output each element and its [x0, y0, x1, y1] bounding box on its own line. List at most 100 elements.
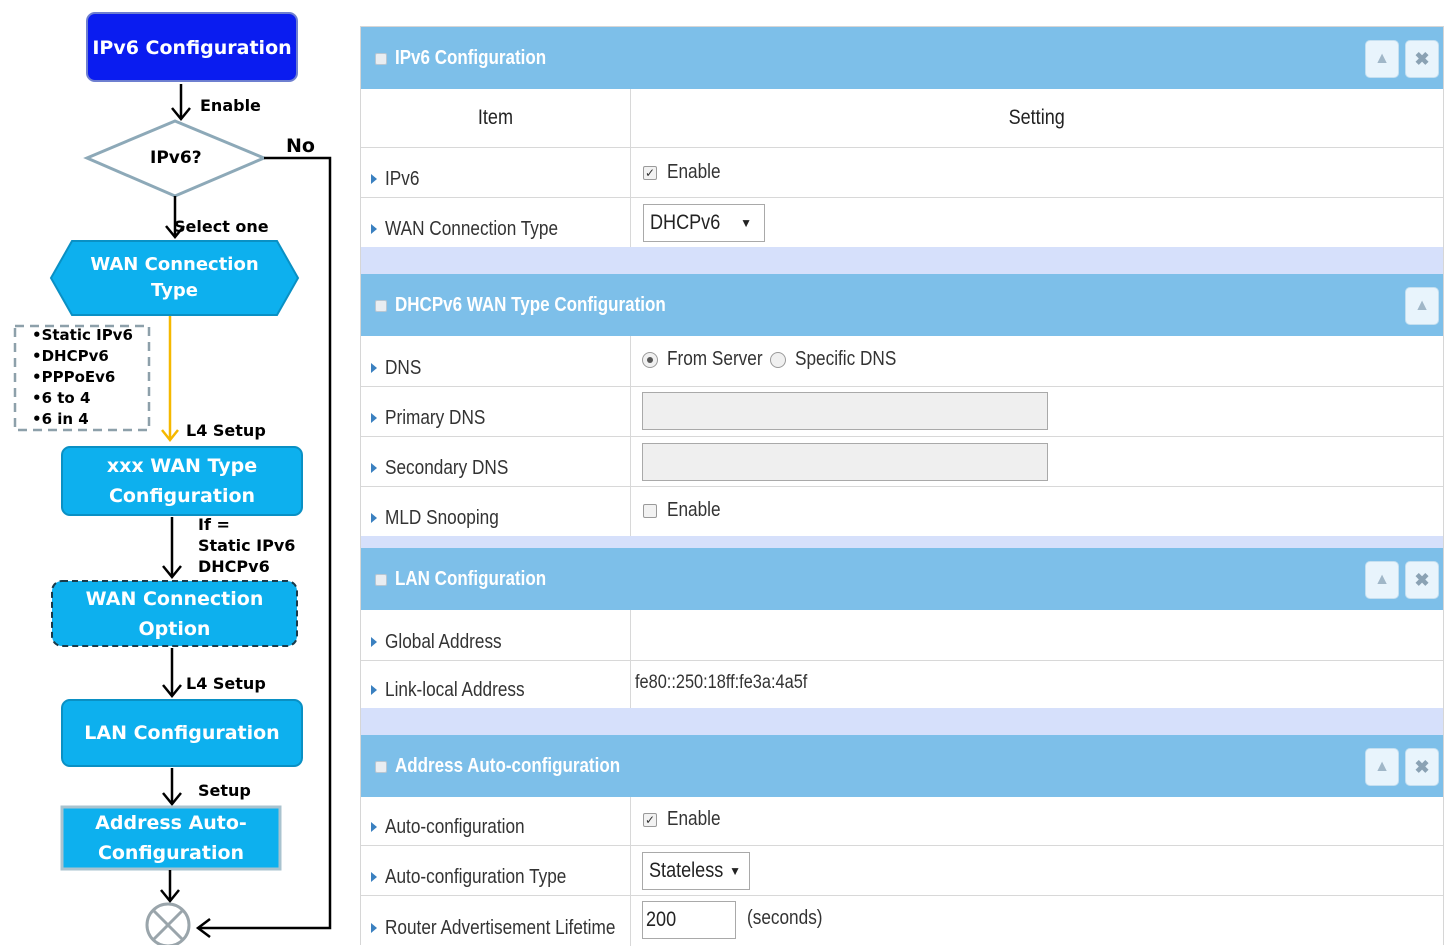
type-item: •Static IPv6	[32, 326, 133, 344]
row-item: Router Advertisement Lifetime	[361, 896, 631, 946]
header-setting: Setting	[1008, 106, 1066, 129]
table-row: Link-local Address fe80::250:18ff:fe3a:4…	[361, 660, 1443, 708]
row-setting: ✓ Enable	[631, 148, 1443, 197]
lifetime-label: Router Advertisement Lifetime	[385, 917, 616, 939]
row-setting	[631, 437, 1443, 486]
row-item: DNS	[361, 336, 631, 386]
type-item: •6 to 4	[32, 389, 91, 407]
wan-option-label: WAN Connection Option	[85, 587, 264, 640]
collapse-up-icon[interactable]: ▲	[1365, 40, 1399, 78]
section-title: LAN Configuration	[395, 568, 547, 590]
section-title: DHCPv6 WAN Type Configuration	[395, 294, 666, 316]
global-address-label: Global Address	[385, 631, 502, 653]
mld-enable-text: Enable	[667, 499, 721, 521]
row-item: Primary DNS	[361, 387, 631, 436]
primary-dns-label: Primary DNS	[385, 407, 486, 429]
enable-label: Enable	[200, 96, 261, 115]
section-bullet-icon	[375, 53, 387, 65]
dns-label: DNS	[385, 357, 422, 379]
row-setting: DHCPv6 ▼	[631, 198, 1443, 247]
table-row: Global Address	[361, 610, 1443, 660]
close-x-icon[interactable]: ✖	[1405, 40, 1439, 78]
table-row: Router Advertisement Lifetime 200 (secon…	[361, 895, 1443, 946]
row-item: IPv6	[361, 148, 631, 197]
xxx-wan-label: xxx WAN Type Configuration	[106, 455, 258, 507]
section-title: IPv6 Configuration	[395, 47, 547, 69]
table-row: Auto-configuration Type Stateless ▼	[361, 845, 1443, 895]
lan-config-header: LAN Configuration ▲ ✖	[361, 548, 1443, 610]
collapse-up-icon[interactable]: ▲	[1365, 748, 1399, 786]
collapse-up-icon[interactable]: ▲	[1365, 561, 1399, 599]
lifetime-unit: (seconds)	[747, 907, 823, 929]
decision-label: IPv6?	[150, 148, 202, 168]
row-item: Auto-configuration	[361, 797, 631, 845]
section-spacer	[361, 536, 1443, 548]
triangle-right-icon	[371, 923, 377, 933]
row-item: Global Address	[361, 610, 631, 660]
type-item: •PPPoEv6	[32, 368, 116, 386]
triangle-right-icon	[371, 872, 377, 882]
table-row: MLD Snooping Enable	[361, 486, 1443, 536]
secondary-dns-label: Secondary DNS	[385, 457, 509, 479]
auto-type-select[interactable]: Stateless ▼	[642, 852, 750, 890]
mld-enable-checkbox[interactable]	[643, 504, 657, 518]
table-row: Auto-configuration ✓ Enable	[361, 797, 1443, 845]
link-local-label: Link-local Address	[385, 679, 525, 701]
type-list: •Static IPv6 •DHCPv6 •PPPoEv6 •6 to 4 •6…	[32, 325, 133, 430]
type-item: •6 in 4	[32, 410, 89, 428]
table-row: DNS From Server Specific DNS	[361, 336, 1443, 386]
wan-type-select[interactable]: DHCPv6 ▼	[643, 204, 765, 242]
row-item: Auto-configuration Type	[361, 846, 631, 895]
row-setting: ✓ Enable	[631, 797, 1443, 845]
end-symbol	[145, 902, 191, 945]
table-row: Secondary DNS	[361, 436, 1443, 486]
wan-type-label: WAN Connection Type	[90, 254, 259, 301]
dhcpv6-config-header: DHCPv6 WAN Type Configuration ▲	[361, 274, 1443, 336]
lifetime-input[interactable]: 200	[642, 901, 736, 939]
primary-dns-input[interactable]	[642, 392, 1048, 430]
collapse-up-icon[interactable]: ▲	[1405, 287, 1439, 325]
no-label: No	[286, 135, 315, 157]
table-row: WAN Connection Type DHCPv6 ▼	[361, 197, 1443, 247]
ipv6-config-header: IPv6 Configuration ▲ ✖	[361, 27, 1443, 89]
if-line: If =	[198, 515, 230, 534]
row-item: Secondary DNS	[361, 437, 631, 486]
if-line: Static IPv6	[198, 536, 296, 555]
wan-type-value: DHCPv6	[650, 211, 721, 234]
triangle-right-icon	[371, 363, 377, 373]
flowchart: IPv6 Configuration Enable IPv6? No Selec…	[0, 0, 345, 945]
if-condition: If = Static IPv6 DHCPv6	[198, 514, 295, 577]
section-bullet-icon	[375, 300, 387, 312]
auto-type-value: Stateless	[649, 859, 724, 882]
link-local-value: fe80::250:18ff:fe3a:4a5f	[635, 672, 808, 693]
header-item: Item	[361, 89, 631, 147]
chevron-down-icon: ▼	[740, 216, 752, 230]
row-item: WAN Connection Type	[361, 198, 631, 247]
lan-label: LAN Configuration	[84, 722, 280, 744]
triangle-right-icon	[371, 637, 377, 647]
secondary-dns-input[interactable]	[642, 443, 1048, 481]
section-spacer	[361, 708, 1443, 735]
dns-from-server-radio[interactable]	[642, 352, 658, 368]
if-line: DHCPv6	[198, 557, 270, 576]
row-setting: From Server Specific DNS	[631, 336, 1443, 386]
auto-enable-checkbox[interactable]: ✓	[643, 813, 657, 827]
ipv6-enable-text: Enable	[667, 161, 721, 183]
triangle-right-icon	[371, 413, 377, 423]
auto-type-label: Auto-configuration Type	[385, 866, 567, 888]
ipv6-enable-checkbox[interactable]: ✓	[643, 166, 657, 180]
row-setting: Stateless ▼	[631, 846, 1443, 895]
triangle-right-icon	[371, 513, 377, 523]
dns-specific-radio[interactable]	[770, 352, 786, 368]
close-x-icon[interactable]: ✖	[1405, 561, 1439, 599]
close-x-icon[interactable]: ✖	[1405, 748, 1439, 786]
l4-setup-label-2: L4 Setup	[186, 674, 266, 693]
table-row: Primary DNS	[361, 386, 1443, 436]
row-setting	[631, 610, 1443, 660]
section-bullet-icon	[375, 761, 387, 773]
row-item: Link-local Address	[361, 661, 631, 708]
l4-setup-label: L4 Setup	[186, 421, 266, 440]
lifetime-value: 200	[646, 908, 677, 931]
dns-from-server-text: From Server	[667, 348, 763, 370]
setup-label: Setup	[198, 781, 251, 800]
